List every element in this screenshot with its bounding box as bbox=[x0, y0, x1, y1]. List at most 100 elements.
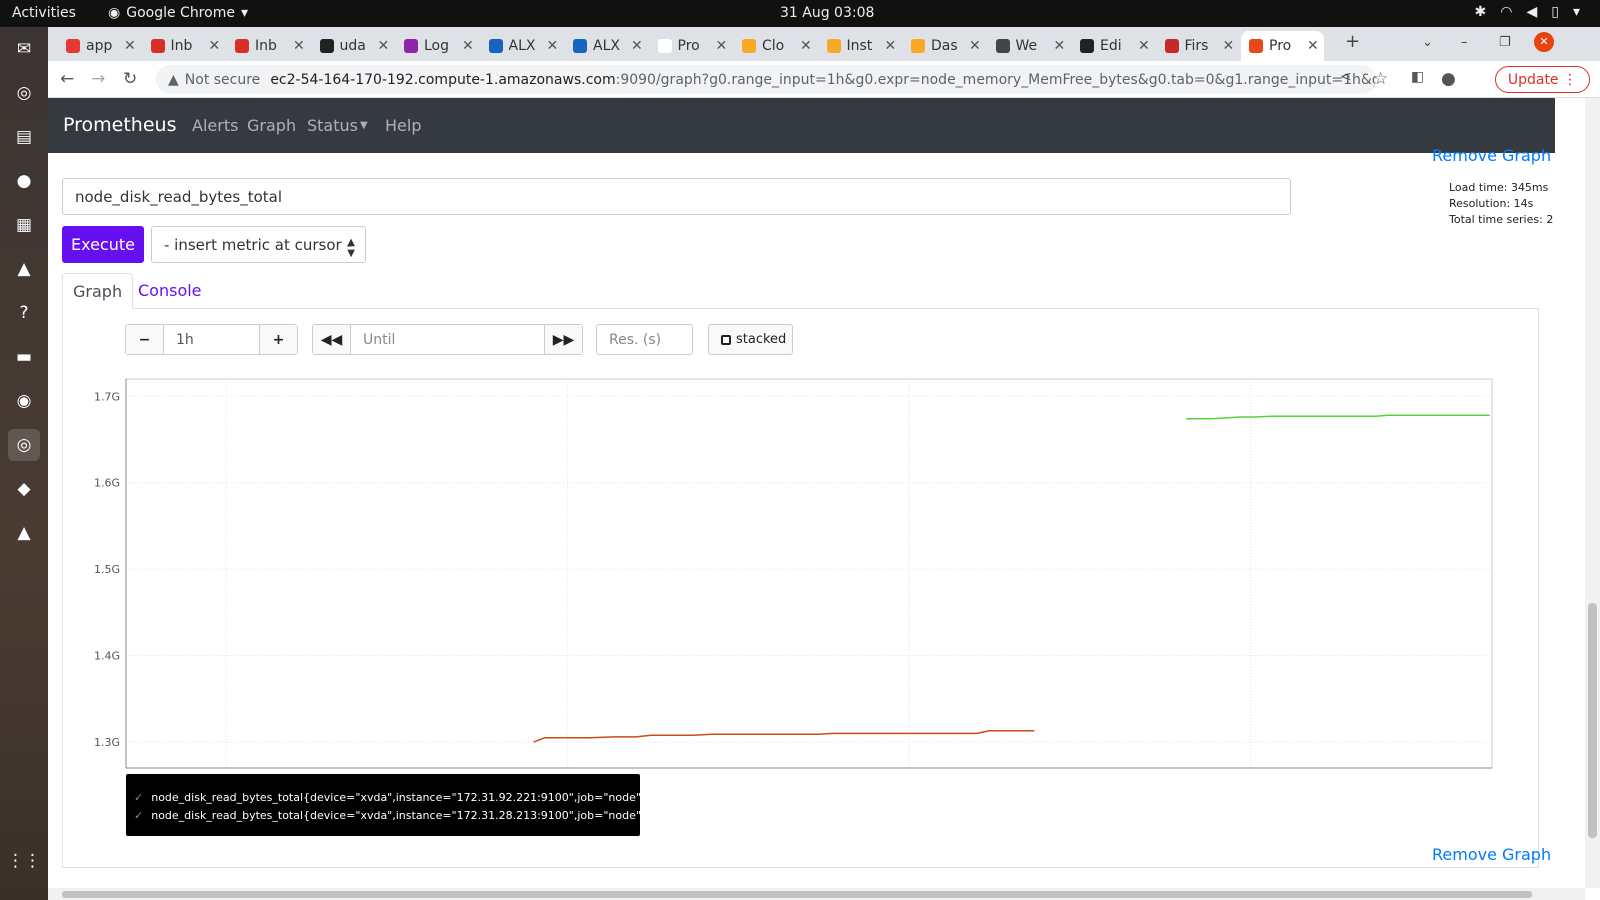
scrollbar-thumb[interactable] bbox=[1588, 603, 1597, 838]
legend-item[interactable]: ✓ node_disk_read_bytes_total{device="xvd… bbox=[134, 789, 648, 807]
terminal-icon[interactable]: ▬ bbox=[8, 341, 40, 373]
power-menu-icon: ▾ bbox=[1572, 4, 1580, 20]
browser-tab[interactable]: ALX ✕ bbox=[481, 31, 564, 61]
software-center-icon[interactable]: ▲ bbox=[8, 253, 40, 285]
range-input[interactable]: 1h bbox=[163, 325, 260, 354]
thunderbird-icon[interactable]: ✉ bbox=[8, 33, 40, 65]
reload-icon[interactable]: ↻ bbox=[123, 69, 137, 89]
browser-tab[interactable]: Edi ✕ bbox=[1072, 31, 1155, 61]
remove-graph-link[interactable]: Remove Graph bbox=[1432, 845, 1551, 864]
dock: ✉ ◎ ▤ ● ▦ ▲ ? ▬ ◉ ◎ ◆ ▲ ⋮⋮ bbox=[0, 27, 48, 900]
time-back-button[interactable]: ◀◀ bbox=[313, 325, 350, 354]
close-tab-icon[interactable]: ✕ bbox=[885, 38, 897, 54]
close-tab-icon[interactable]: ✕ bbox=[293, 38, 305, 54]
tab-graph[interactable]: Graph bbox=[62, 273, 134, 309]
browser-tab[interactable]: Log ✕ bbox=[396, 31, 479, 61]
close-tab-icon[interactable]: ✕ bbox=[716, 38, 728, 54]
browser-tab[interactable]: We ✕ bbox=[988, 31, 1071, 61]
tab-title: Inb bbox=[255, 38, 277, 54]
browser-tab[interactable]: Clo ✕ bbox=[734, 31, 817, 61]
nav-status[interactable]: Status bbox=[307, 116, 358, 135]
share-icon[interactable]: ⋖ bbox=[1340, 69, 1352, 85]
browser-tab[interactable]: Pro ✕ bbox=[650, 31, 733, 61]
scrollbar-thumb[interactable] bbox=[62, 891, 1532, 898]
close-tab-icon[interactable]: ✕ bbox=[209, 38, 221, 54]
vscode-icon[interactable]: ◆ bbox=[8, 473, 40, 505]
tab-console[interactable]: Console bbox=[128, 273, 212, 309]
vlc-icon[interactable]: ▲ bbox=[8, 517, 40, 549]
activities-button[interactable]: Activities bbox=[12, 5, 76, 21]
system-tray[interactable]: ✱ ◠ ◀ ▯ ▾ bbox=[1475, 4, 1580, 20]
update-button[interactable]: Update ⋮ bbox=[1494, 66, 1590, 93]
volume-icon: ◀ bbox=[1526, 4, 1538, 20]
resolution-input[interactable]: Res. (s) bbox=[596, 324, 693, 355]
tab-favicon-icon bbox=[573, 39, 587, 53]
execute-button[interactable]: Execute bbox=[62, 226, 144, 263]
battery-icon: ▯ bbox=[1551, 4, 1559, 20]
close-tab-icon[interactable]: ✕ bbox=[800, 38, 812, 54]
expression-input[interactable]: node_disk_read_bytes_total bbox=[62, 178, 1291, 215]
range-decrease-button[interactable]: − bbox=[126, 325, 163, 354]
browser-tab[interactable]: Inb ✕ bbox=[143, 31, 226, 61]
range-increase-button[interactable]: + bbox=[260, 325, 297, 354]
stacked-toggle[interactable]: stacked bbox=[708, 324, 793, 355]
help-icon[interactable]: ? bbox=[8, 297, 40, 329]
nav-alerts[interactable]: Alerts bbox=[192, 116, 238, 135]
until-input[interactable]: Until bbox=[350, 325, 545, 354]
nav-help[interactable]: Help bbox=[385, 116, 421, 135]
firefox-icon[interactable]: ● bbox=[8, 165, 40, 197]
browser-tab[interactable]: Inst ✕ bbox=[819, 31, 902, 61]
close-tab-icon[interactable]: ✕ bbox=[124, 38, 136, 54]
nav-graph[interactable]: Graph bbox=[247, 116, 296, 135]
show-apps-icon[interactable]: ⋮⋮ bbox=[7, 845, 41, 877]
close-tab-icon[interactable]: ✕ bbox=[631, 38, 643, 54]
rhythmbox-icon[interactable]: ◎ bbox=[8, 77, 40, 109]
insert-metric-select[interactable]: - insert metric at cursor - ▲ ▼ bbox=[151, 226, 366, 263]
close-tab-icon[interactable]: ✕ bbox=[462, 38, 474, 54]
insert-metric-label: - insert metric at cursor - bbox=[164, 235, 352, 254]
browser-tab[interactable]: ALX ✕ bbox=[565, 31, 648, 61]
files-icon[interactable]: ▤ bbox=[8, 121, 40, 153]
horizontal-scrollbar[interactable] bbox=[48, 888, 1585, 900]
maximize-icon[interactable]: ❐ bbox=[1499, 35, 1511, 50]
app-menu[interactable]: ◉ Google Chrome ▾ bbox=[108, 5, 248, 21]
browser-tab[interactable]: Firs ✕ bbox=[1157, 31, 1240, 61]
forward-icon[interactable]: → bbox=[91, 69, 105, 89]
browser-tab[interactable]: Inb ✕ bbox=[227, 31, 310, 61]
remove-graph-link-top[interactable]: Remove Graph bbox=[1432, 146, 1551, 165]
browser-tab[interactable]: uda ✕ bbox=[312, 31, 395, 61]
legend-item[interactable]: ✓ node_disk_read_bytes_total{device="xvd… bbox=[134, 807, 648, 825]
close-tab-icon[interactable]: ✕ bbox=[547, 38, 559, 54]
writer-icon[interactable]: ▦ bbox=[8, 209, 40, 241]
tab-title: app bbox=[86, 38, 113, 54]
close-tab-icon[interactable]: ✕ bbox=[969, 38, 981, 54]
y-tick-label: 1.6G bbox=[94, 477, 120, 490]
close-tab-icon[interactable]: ✕ bbox=[378, 38, 390, 54]
close-tab-icon[interactable]: ✕ bbox=[1307, 38, 1319, 54]
minimize-icon[interactable]: – bbox=[1461, 35, 1468, 50]
browser-tab[interactable]: Das ✕ bbox=[903, 31, 986, 61]
plot-area bbox=[125, 378, 1493, 769]
side-panel-icon[interactable]: ◧ bbox=[1411, 69, 1424, 85]
bookmark-star-icon[interactable]: ☆ bbox=[1373, 69, 1388, 89]
prometheus-brand[interactable]: Prometheus bbox=[63, 114, 176, 136]
browser-tab[interactable]: app ✕ bbox=[58, 31, 141, 61]
tab-favicon-icon bbox=[404, 39, 418, 53]
chrome-icon[interactable]: ◎ bbox=[8, 429, 40, 461]
profile-avatar-icon[interactable]: ● bbox=[1441, 69, 1456, 89]
close-tab-icon[interactable]: ✕ bbox=[1054, 38, 1066, 54]
clock[interactable]: 31 Aug 03:08 bbox=[780, 5, 874, 21]
close-window-icon[interactable]: ✕ bbox=[1534, 32, 1554, 52]
tab-search-icon[interactable]: ⌄ bbox=[1422, 35, 1433, 50]
address-bar[interactable]: ▲ Not secure ec2-54-164-170-192.compute-… bbox=[156, 65, 1376, 94]
new-tab-button[interactable]: + bbox=[1345, 31, 1360, 52]
close-tab-icon[interactable]: ✕ bbox=[1223, 38, 1235, 54]
spotify-icon[interactable]: ◉ bbox=[8, 385, 40, 417]
close-tab-icon[interactable]: ✕ bbox=[1138, 38, 1150, 54]
status-dropdown-icon[interactable]: ▼ bbox=[360, 120, 368, 131]
back-icon[interactable]: ← bbox=[60, 69, 74, 89]
vertical-scrollbar[interactable] bbox=[1585, 98, 1600, 888]
browser-tab[interactable]: Pro ✕ bbox=[1241, 31, 1324, 61]
graph-chart[interactable]: 1.3G 1.4G 1.5G 1.6G 1.7G 01:15 01:30 01:45 02:00 bbox=[78, 368, 1498, 773]
time-forward-button[interactable]: ▶▶ bbox=[545, 325, 582, 354]
